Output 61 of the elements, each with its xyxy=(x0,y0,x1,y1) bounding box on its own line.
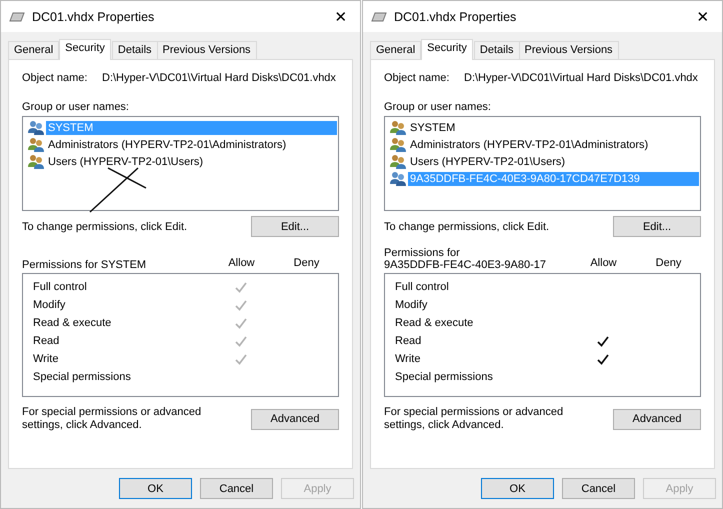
permission-name: Full control xyxy=(32,281,88,293)
permissions-label: 9A35DDFB-FE4C-40E3-9A80-17 xyxy=(384,259,548,271)
object-name-label: Object name: xyxy=(384,72,450,84)
advanced-button[interactable]: Advanced xyxy=(613,408,701,430)
dialog-button[interactable]: OK xyxy=(481,478,554,499)
deny-header: Deny xyxy=(654,257,682,269)
permission-name: Modify xyxy=(32,299,66,311)
tab[interactable]: Security xyxy=(59,39,111,60)
permission-name: Read & execute xyxy=(394,317,474,329)
tab[interactable]: General xyxy=(8,41,60,59)
group-list-label: Group or user names: xyxy=(384,101,492,113)
permission-name: Read & execute xyxy=(32,317,112,329)
users-icon xyxy=(389,170,407,186)
object-name-value: D:\Hyper-V\DC01\Virtual Hard Disks\DC01.vhdx xyxy=(464,72,698,84)
permission-name: Modify xyxy=(394,299,428,311)
permission-name: Read xyxy=(394,335,422,347)
group-item[interactable]: SYSTEM xyxy=(408,120,699,134)
users-icon xyxy=(27,136,45,152)
permission-name: Write xyxy=(394,353,422,365)
users-icon xyxy=(27,154,45,170)
group-item[interactable]: Users (HYPERV-TP2-01\Users) xyxy=(46,154,337,168)
users-icon xyxy=(389,120,407,136)
tab[interactable]: Security xyxy=(421,39,473,60)
permission-name: Special permissions xyxy=(32,371,132,383)
tab[interactable]: Previous Versions xyxy=(156,41,257,59)
advanced-hint: For special permissions or advanced settings, click Advanced. xyxy=(22,406,202,432)
group-item[interactable]: Administrators (HYPERV-TP2-01\Administrators) xyxy=(46,138,337,152)
advanced-button[interactable]: Advanced xyxy=(251,408,339,430)
edit-hint: To change permissions, click Edit. xyxy=(384,220,550,232)
object-name-value: D:\Hyper-V\DC01\Virtual Hard Disks\DC01.vhdx xyxy=(102,72,336,84)
users-icon xyxy=(389,136,407,152)
edit-hint: To change permissions, click Edit. xyxy=(22,220,188,232)
edit-button[interactable]: Edit... xyxy=(251,216,339,237)
permission-name: Special permissions xyxy=(394,371,494,383)
dialog-button[interactable]: Cancel xyxy=(562,478,635,499)
tab[interactable]: Details xyxy=(112,41,158,59)
permission-name: Write xyxy=(32,353,60,365)
advanced-hint: For special permissions or advanced settings, click Advanced. xyxy=(384,406,564,432)
edit-button[interactable]: Edit... xyxy=(613,216,701,237)
permissions-label: Permissions for SYSTEM xyxy=(22,259,148,271)
tab[interactable]: General xyxy=(370,41,422,59)
window-title: DC01.vhdx Properties xyxy=(32,10,156,24)
permission-name: Full control xyxy=(394,281,450,293)
tab[interactable]: Previous Versions xyxy=(518,41,619,59)
group-list-label: Group or user names: xyxy=(22,101,130,113)
deny-header: Deny xyxy=(292,257,320,269)
permission-name: Read xyxy=(32,335,60,347)
close-button[interactable]: ✕ xyxy=(326,4,356,30)
object-name-label: Object name: xyxy=(22,72,88,84)
allow-header: Allow xyxy=(227,257,256,269)
allow-header: Allow xyxy=(589,257,618,269)
tab[interactable]: Details xyxy=(474,41,520,59)
group-item[interactable]: Administrators (HYPERV-TP2-01\Administrators) xyxy=(408,138,699,152)
dialog-button[interactable]: OK xyxy=(119,478,192,499)
group-item[interactable]: Users (HYPERV-TP2-01\Users) xyxy=(408,154,699,168)
permissions-label: Permissions for xyxy=(384,247,461,259)
users-icon xyxy=(27,120,45,136)
dialog-button[interactable]: Cancel xyxy=(200,478,273,499)
users-icon xyxy=(389,154,407,170)
close-button[interactable]: ✕ xyxy=(688,4,718,30)
window-title: DC01.vhdx Properties xyxy=(394,10,518,24)
